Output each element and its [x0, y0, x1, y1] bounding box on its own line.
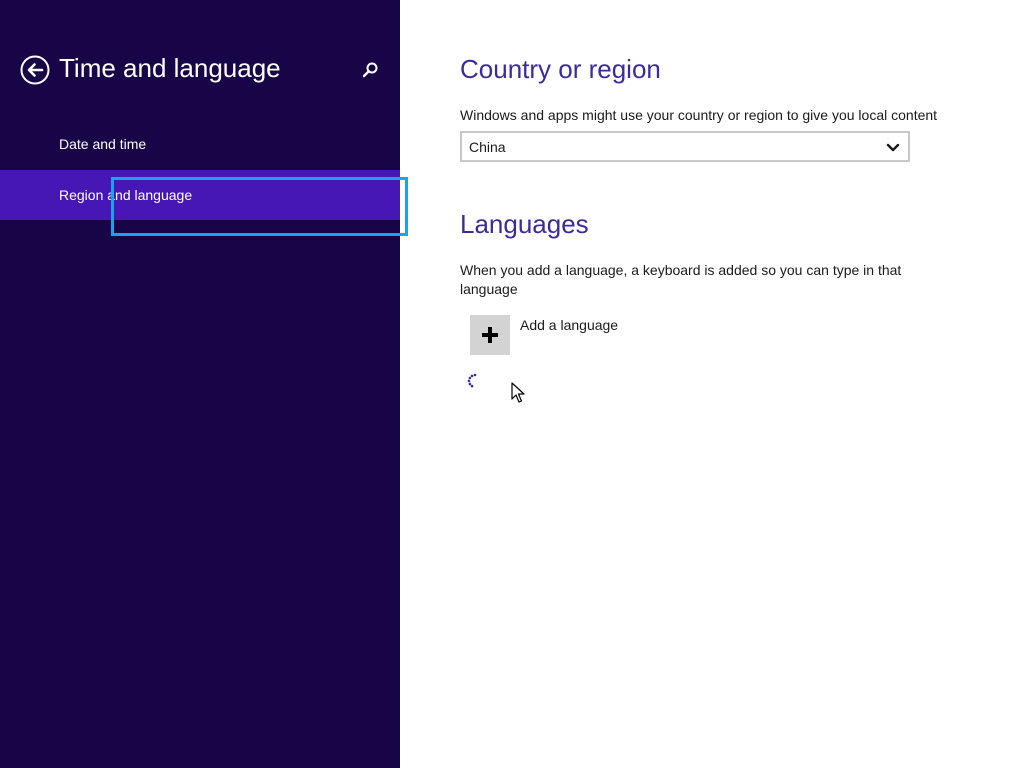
back-arrow-icon [20, 55, 50, 85]
back-button[interactable] [20, 55, 50, 85]
nav-item-region-and-language[interactable]: Region and language [0, 170, 400, 220]
nav-pane: Time and language Date and time Region a… [0, 0, 400, 768]
languages-description: When you add a language, a keyboard is a… [460, 262, 902, 297]
country-dropdown-value: China [469, 139, 506, 155]
country-dropdown[interactable]: China [460, 131, 910, 162]
languages-heading: Languages [460, 209, 589, 239]
spinner-icon [466, 372, 484, 390]
settings-screen: Time and language Date and time Region a… [0, 0, 1024, 768]
chevron-down-icon [886, 141, 900, 153]
nav-item-label: Date and time [59, 136, 147, 152]
country-region-description: Windows and apps might use your country … [460, 107, 938, 123]
mouse-cursor-icon [511, 382, 525, 404]
add-language-button[interactable]: Add a language [470, 315, 650, 355]
country-region-heading: Country or region [460, 54, 661, 84]
nav-item-date-and-time[interactable]: Date and time [0, 126, 400, 162]
search-icon [360, 62, 380, 84]
add-language-tile [470, 315, 510, 355]
nav-item-label: Region and language [59, 187, 193, 203]
page-title: Time and language [59, 53, 281, 83]
add-language-label: Add a language [520, 317, 619, 333]
search-button[interactable] [360, 60, 380, 80]
